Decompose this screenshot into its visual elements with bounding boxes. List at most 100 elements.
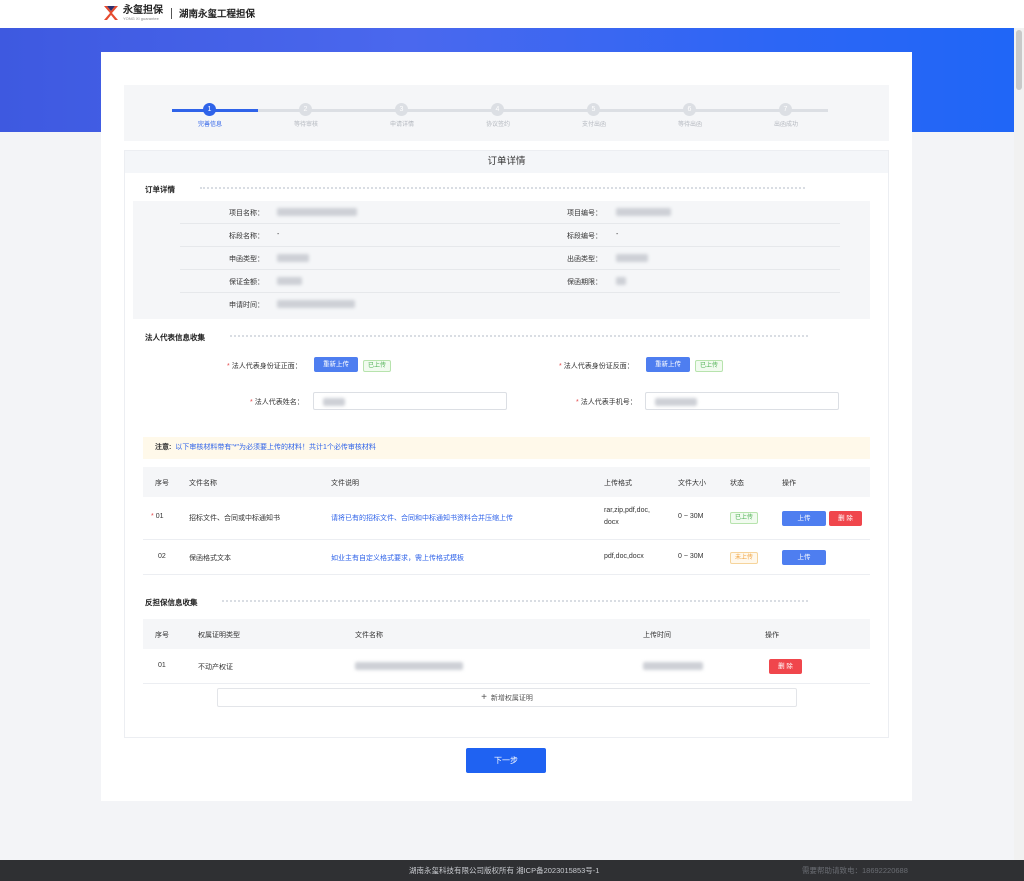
- column-header: 文件名称: [189, 480, 217, 487]
- column-header: 上传格式: [604, 480, 632, 487]
- redacted-value: [655, 398, 697, 406]
- add-proof-button[interactable]: + 新增权属证明: [217, 688, 797, 707]
- project-no-label: 项目编号：: [567, 210, 602, 217]
- company-name: 湖南永玺工程担保: [179, 9, 256, 20]
- counter-table: 序号 权属证明类型 文件名称 上传时间 操作 01 不动产权证 删 除: [143, 619, 870, 684]
- name-label: * 法人代表姓名：: [250, 399, 304, 406]
- step-label: 支付出函: [581, 122, 606, 128]
- scrollbar-thumb[interactable]: [1016, 30, 1022, 90]
- redacted-value: [277, 277, 302, 285]
- table-row: * 01 招标文件、合同或中标通知书 请将已有的招标文件、合同和中标通知书资料合并…: [143, 497, 870, 540]
- section-name-label: 标段名称：: [229, 233, 264, 240]
- hotline-text: 需要帮助请致电：18692220688: [802, 866, 908, 875]
- apply-type-label: 申函类型：: [229, 256, 264, 263]
- upload-button[interactable]: 上传: [782, 550, 826, 565]
- file-name: 保函格式文本: [189, 555, 231, 562]
- notice-label: 注意:: [155, 444, 172, 451]
- step-4: 4 协议签约: [450, 97, 546, 137]
- step-number: 2: [299, 103, 312, 116]
- step-number: 4: [491, 103, 504, 116]
- proof-type: 不动产权证: [198, 664, 233, 671]
- detail-row: 申函类型： 出函类型：: [180, 247, 840, 270]
- detail-row: 项目名称： 项目编号：: [180, 201, 840, 224]
- redacted-value: [616, 208, 671, 216]
- reupload-id-front-button[interactable]: 重新上传: [314, 357, 358, 372]
- row-number: * 01: [151, 513, 164, 520]
- progress-steps: 1 完善信息 2 等待审核 3 申请详情 4 协议签约 5 支付出函 6 等待出…: [124, 85, 889, 141]
- plus-icon: +: [481, 692, 487, 703]
- panel-title: 订单详情: [125, 151, 888, 173]
- copyright-text: 湖南永玺科技有限公司版权所有 湘ICP备2023015853号-1: [409, 866, 600, 875]
- logo[interactable]: 永玺担保 YONG XI guarantee 湖南永玺工程担保: [102, 4, 255, 22]
- step-label: 等待审核: [293, 122, 318, 128]
- step-2: 2 等待审核: [258, 97, 354, 137]
- step-6: 6 等待出函: [642, 97, 738, 137]
- detail-row: 申请时间：: [180, 293, 840, 316]
- section-title-order: 订单详情: [145, 185, 175, 194]
- legal-name-input[interactable]: [313, 392, 507, 410]
- column-header: 文件名称: [355, 632, 383, 639]
- divider: [171, 7, 172, 19]
- table-header: 序号 权属证明类型 文件名称 上传时间 操作: [143, 619, 870, 649]
- row-number: 01: [158, 662, 166, 669]
- notice-text: 以下审核材料带有"*"为必须要上传的材料！共计1个必传审核材料: [175, 444, 376, 451]
- redacted-value: [323, 398, 345, 406]
- step-label: 申请详情: [389, 122, 414, 128]
- step-5: 5 支付出函: [546, 97, 642, 137]
- section-no-label: 标段编号：: [567, 233, 602, 240]
- upload-format: docx: [604, 519, 619, 526]
- add-proof-label: 新增权属证明: [490, 695, 533, 702]
- reupload-id-back-button[interactable]: 重新上传: [646, 357, 690, 372]
- file-size: 0 ~ 30M: [678, 513, 704, 520]
- step-label: 协议签约: [485, 122, 510, 128]
- phone-label: * 法人代表手机号：: [576, 399, 637, 406]
- table-row: 02 保函格式文本 如业主有自定义格式要求，需上传格式模板 pdf,doc,do…: [143, 540, 870, 575]
- step-number: 6: [683, 103, 696, 116]
- id-back-label: * 法人代表身份证反面：: [559, 363, 634, 370]
- project-name-label: 项目名称：: [229, 210, 264, 217]
- id-front-label: * 法人代表身份证正面：: [227, 363, 302, 370]
- section-title-counter: 反担保信息收集: [145, 598, 198, 607]
- step-number: 5: [587, 103, 600, 116]
- section-no-value: -: [616, 231, 619, 238]
- delete-button[interactable]: 删 除: [829, 511, 862, 526]
- detail-row: 标段名称： - 标段编号： -: [180, 224, 840, 247]
- status-badge: 已上传: [730, 512, 759, 524]
- status-badge: 未上传: [730, 552, 759, 564]
- order-detail-panel: 订单详情 订单详情 项目名称： 项目编号： 标段名称： - 标段编号： - 申函…: [124, 150, 889, 738]
- column-header: 上传时间: [643, 632, 671, 639]
- section-divider: [230, 335, 808, 338]
- next-step-button[interactable]: 下一步: [466, 748, 546, 773]
- footer: 湖南永玺科技有限公司版权所有 湘ICP备2023015853号-1 需要帮助请致…: [0, 860, 1024, 881]
- row-number: 02: [158, 553, 166, 560]
- step-number: 1: [203, 103, 216, 116]
- section-divider: [200, 187, 805, 190]
- redacted-value: [616, 254, 648, 262]
- scrollbar[interactable]: [1014, 28, 1024, 860]
- files-table: 序号 文件名称 文件说明 上传格式 文件大小 状态 操作 * 01 招标文件、合同…: [143, 467, 870, 575]
- table-row: 01 不动产权证 删 除: [143, 649, 870, 684]
- delete-button[interactable]: 删 除: [769, 659, 802, 674]
- order-detail-box: 项目名称： 项目编号： 标段名称： - 标段编号： - 申函类型： 出函类型： …: [133, 201, 870, 319]
- redacted-value: [355, 662, 463, 670]
- logo-icon: [102, 4, 120, 22]
- file-description: 如业主有自定义格式要求，需上传格式模板: [331, 555, 464, 562]
- column-header: 序号: [155, 480, 169, 487]
- file-name: 招标文件、合同或中标通知书: [189, 515, 280, 522]
- upload-button[interactable]: 上传: [782, 511, 826, 526]
- period-label: 保函期限：: [567, 279, 602, 286]
- status-badge: 已上传: [363, 360, 392, 372]
- section-name-value: -: [277, 231, 280, 238]
- redacted-value: [277, 208, 357, 216]
- step-number: 7: [779, 103, 792, 116]
- table-header: 序号 文件名称 文件说明 上传格式 文件大小 状态 操作: [143, 467, 870, 497]
- step-1: 1 完善信息: [162, 97, 258, 137]
- step-label: 等待出函: [677, 122, 702, 128]
- file-description: 请将已有的招标文件、合同和中标通知书资料合并压缩上传: [331, 515, 513, 522]
- logo-text: 永玺担保: [123, 5, 163, 16]
- legal-phone-input[interactable]: [645, 392, 839, 410]
- issue-type-label: 出函类型：: [567, 256, 602, 263]
- column-header: 文件说明: [331, 480, 359, 487]
- top-bar: 永玺担保 YONG XI guarantee 湖南永玺工程担保: [0, 0, 1024, 28]
- column-header: 状态: [730, 480, 744, 487]
